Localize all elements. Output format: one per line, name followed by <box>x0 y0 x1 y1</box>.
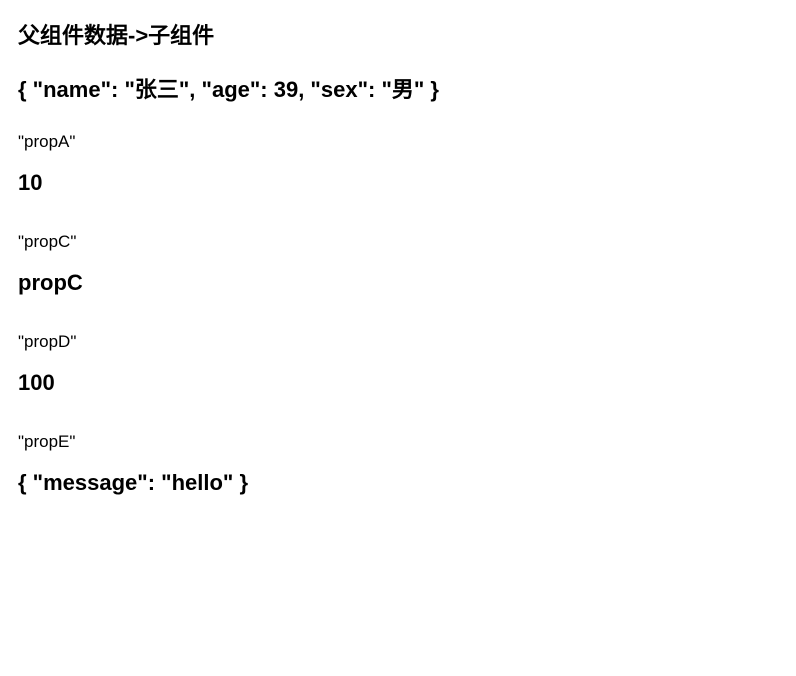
propC-value: propC <box>18 270 778 296</box>
propD-label: "propD" <box>18 332 778 352</box>
propA-value: 10 <box>18 170 778 196</box>
page-title: 父组件数据->子组件 <box>18 18 778 50</box>
propD-value: 100 <box>18 370 778 396</box>
propE-value: { "message": "hello" } <box>18 470 778 496</box>
propA-label: "propA" <box>18 132 778 152</box>
propE-label: "propE" <box>18 432 778 452</box>
propC-label: "propC" <box>18 232 778 252</box>
header-object: { "name": "张三", "age": 39, "sex": "男" } <box>18 72 778 104</box>
